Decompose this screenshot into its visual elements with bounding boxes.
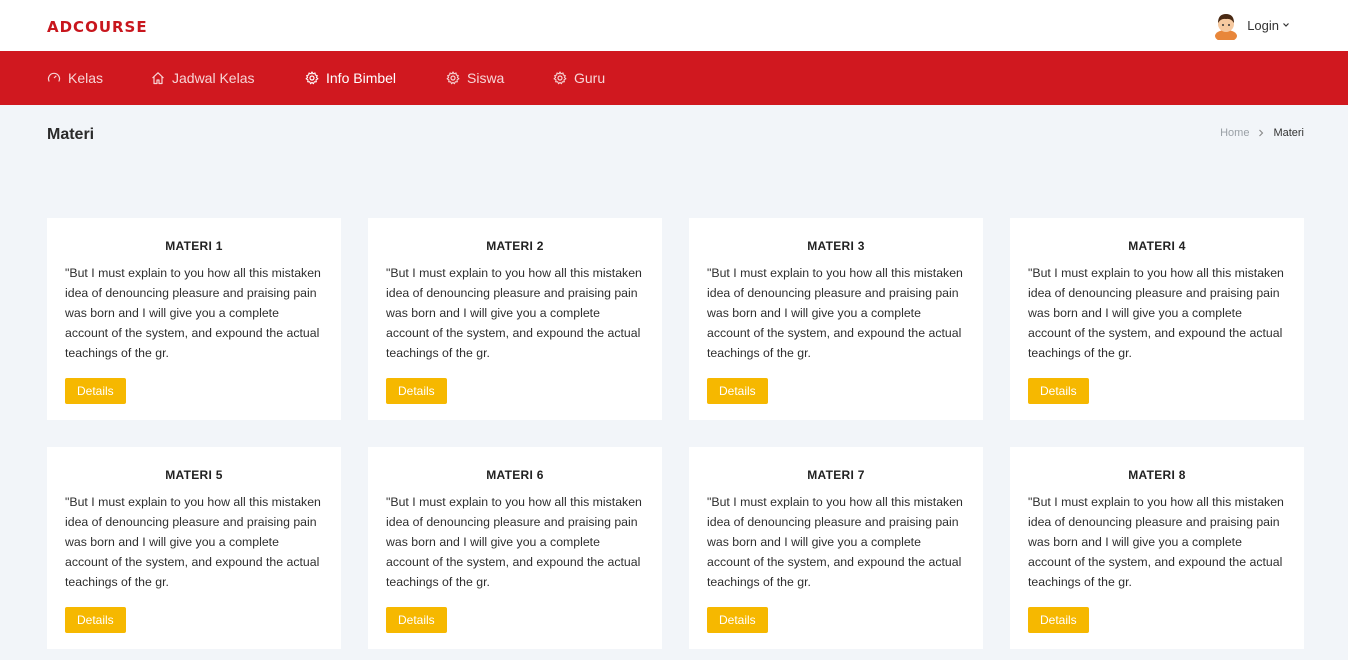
top-header: ADCOURSE Login xyxy=(0,0,1348,51)
materi-card: MATERI 5 "But I must explain to you how … xyxy=(47,447,341,649)
details-button[interactable]: Details xyxy=(65,378,126,404)
details-button[interactable]: Details xyxy=(386,378,447,404)
gear-icon xyxy=(553,71,567,85)
card-description: "But I must explain to you how all this … xyxy=(386,495,642,589)
card-title: MATERI 1 xyxy=(165,239,223,253)
details-button[interactable]: Details xyxy=(707,607,768,633)
card-title: MATERI 8 xyxy=(1128,468,1186,482)
card-description: "But I must explain to you how all this … xyxy=(1028,266,1284,360)
nav-item-info-bimbel[interactable]: Info Bimbel xyxy=(305,51,396,105)
nav-item-label: Jadwal Kelas xyxy=(172,70,255,86)
nav-item-label: Siswa xyxy=(467,70,505,86)
card-description: "But I must explain to you how all this … xyxy=(386,266,642,360)
card-description: "But I must explain to you how all this … xyxy=(65,266,321,360)
brand-logo[interactable]: ADCOURSE xyxy=(47,18,148,36)
materi-card: MATERI 2 "But I must explain to you how … xyxy=(368,218,662,420)
card-description: "But I must explain to you how all this … xyxy=(707,266,963,360)
card-title: MATERI 5 xyxy=(165,468,223,482)
breadcrumb-current: Materi xyxy=(1273,127,1304,139)
dashboard-gauge-icon xyxy=(47,72,61,82)
page-title: Materi xyxy=(47,126,95,143)
materi-card: MATERI 8 "But I must explain to you how … xyxy=(1010,447,1304,649)
details-button[interactable]: Details xyxy=(1028,378,1089,404)
nav-item-label: Guru xyxy=(574,70,606,86)
nav-item-jadwal-kelas[interactable]: Jadwal Kelas xyxy=(151,51,255,105)
user-avatar-icon[interactable] xyxy=(1213,10,1239,40)
card-title: MATERI 7 xyxy=(807,468,865,482)
nav-item-kelas[interactable]: Kelas xyxy=(47,51,103,105)
materi-card-grid: MATERI 1 "But I must explain to you how … xyxy=(47,218,1304,649)
main-navbar: Kelas Jadwal Kelas Info Bimbel Siswa Gur… xyxy=(0,51,1348,105)
nav-item-label: Info Bimbel xyxy=(326,70,397,86)
home-icon xyxy=(152,72,164,85)
materi-card: MATERI 6 "But I must explain to you how … xyxy=(368,447,662,649)
details-button[interactable]: Details xyxy=(65,607,126,633)
materi-card: MATERI 1 "But I must explain to you how … xyxy=(47,218,341,420)
card-title: MATERI 2 xyxy=(486,239,544,253)
details-button[interactable]: Details xyxy=(707,378,768,404)
breadcrumb: Home Materi xyxy=(1220,127,1304,139)
login-label[interactable]: Login xyxy=(1247,18,1279,33)
gear-icon xyxy=(446,71,460,85)
card-description: "But I must explain to you how all this … xyxy=(707,495,963,589)
chevron-right-icon xyxy=(1259,129,1264,137)
nav-item-label: Kelas xyxy=(68,70,104,86)
breadcrumb-home-link[interactable]: Home xyxy=(1220,127,1249,139)
details-button[interactable]: Details xyxy=(1028,607,1089,633)
materi-card: MATERI 4 "But I must explain to you how … xyxy=(1010,218,1304,420)
nav-item-siswa[interactable]: Siswa xyxy=(446,51,504,105)
card-title: MATERI 6 xyxy=(486,468,544,482)
card-description: "But I must explain to you how all this … xyxy=(1028,495,1284,589)
nav-item-guru[interactable]: Guru xyxy=(553,51,605,105)
page-header: Materi Home Materi xyxy=(0,105,1348,165)
chevron-down-icon[interactable] xyxy=(1282,21,1290,29)
materi-card: MATERI 3 "But I must explain to you how … xyxy=(689,218,983,420)
gear-icon xyxy=(305,71,319,85)
details-button[interactable]: Details xyxy=(386,607,447,633)
user-menu[interactable]: Login xyxy=(1213,10,1290,40)
card-title: MATERI 3 xyxy=(807,239,865,253)
card-description: "But I must explain to you how all this … xyxy=(65,495,321,589)
card-title: MATERI 4 xyxy=(1128,239,1186,253)
materi-card: MATERI 7 "But I must explain to you how … xyxy=(689,447,983,649)
